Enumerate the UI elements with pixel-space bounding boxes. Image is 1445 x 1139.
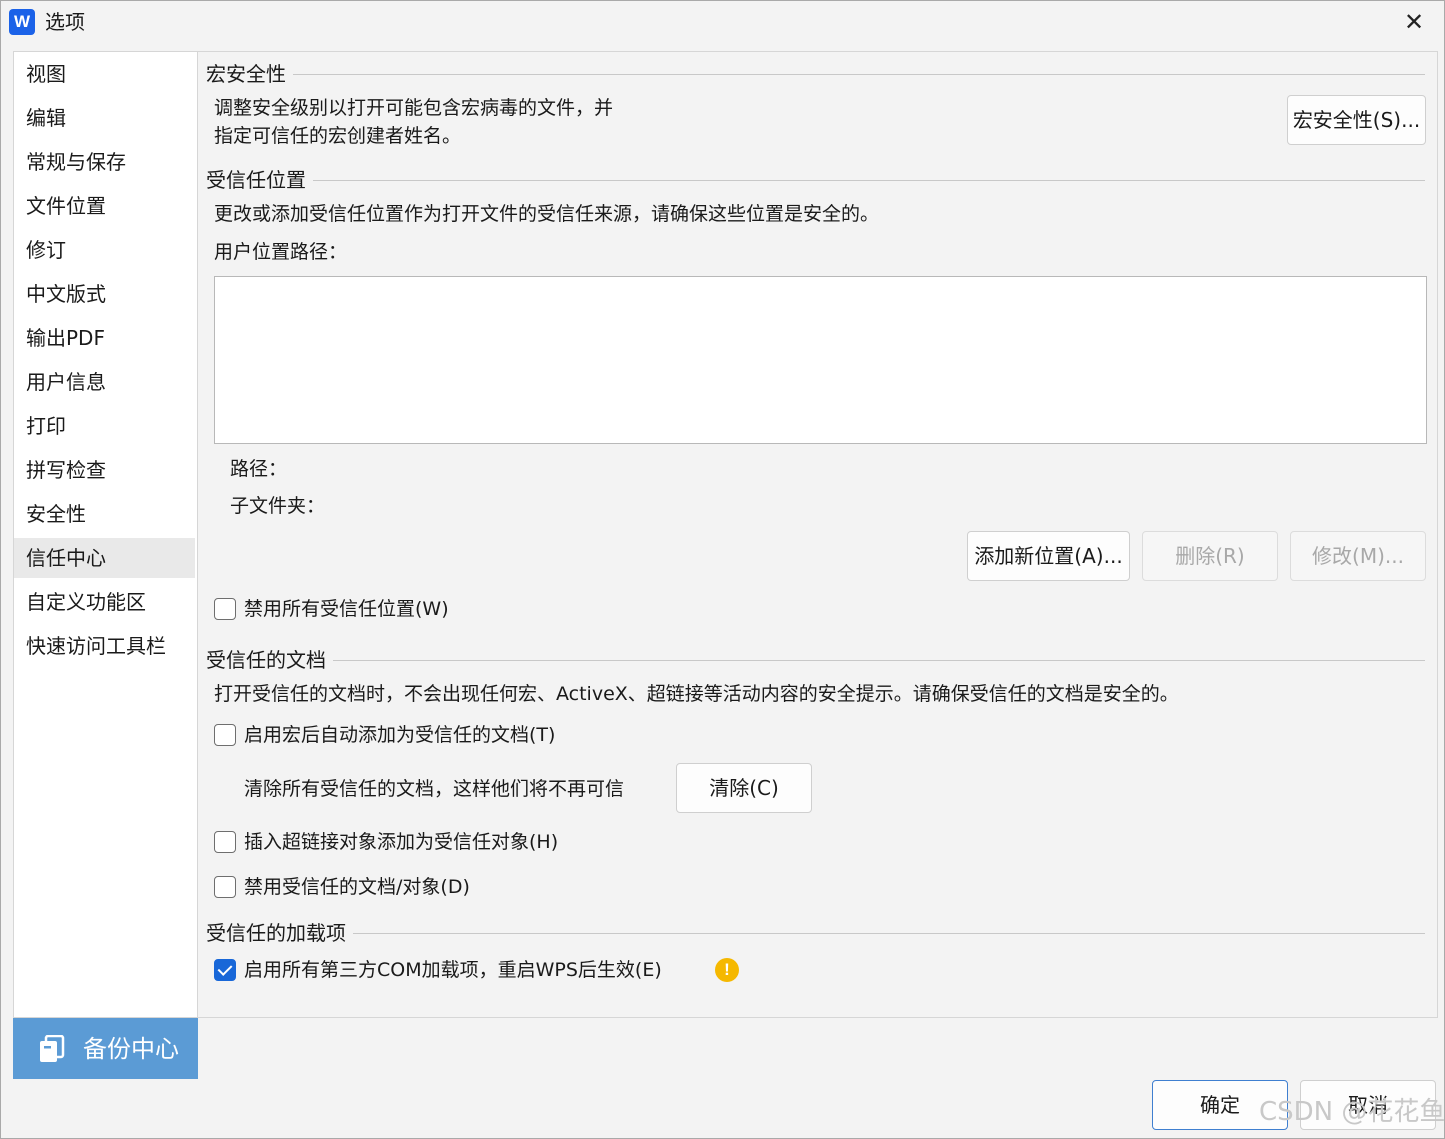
options-dialog: W 选项 ✕ 视图 编辑 常规与保存 文件位置 修订 中文版式 输出PDF 用户… (0, 0, 1445, 1139)
disable-trusted-locations-label: 禁用所有受信任位置(W) (244, 598, 449, 620)
trusted-locations-list[interactable] (214, 276, 1427, 444)
clear-trusted-button[interactable]: 清除(C) (676, 763, 812, 813)
com-addins-checkbox[interactable] (214, 959, 236, 981)
sidebar-item-customize-ribbon[interactable]: 自定义功能区 (14, 582, 195, 622)
trusted-locations-heading: 受信任位置 (206, 166, 310, 194)
section-divider (293, 74, 1425, 75)
sidebar-item-print[interactable]: 打印 (14, 406, 195, 446)
auto-add-trusted-label: 启用宏后自动添加为受信任的文档(T) (244, 724, 556, 746)
trusted-addins-heading: 受信任的加载项 (206, 919, 350, 947)
sidebar-item-file-locations[interactable]: 文件位置 (14, 186, 195, 226)
trust-center-panel: 宏安全性 调整安全级别以打开可能包含宏病毒的文件，并 指定可信任的宏创建者姓名。… (198, 51, 1438, 1018)
sidebar-item-spell-check[interactable]: 拼写检查 (14, 450, 195, 490)
disable-trusted-docs-label: 禁用受信任的文档/对象(D) (244, 876, 470, 898)
com-addins-label: 启用所有第三方COM加载项，重启WPS后生效(E) (244, 959, 662, 981)
section-divider (313, 180, 1425, 181)
disable-trusted-locations-checkbox[interactable] (214, 598, 236, 620)
trusted-documents-description: 打开受信任的文档时，不会出现任何宏、ActiveX、超链接等活动内容的安全提示。… (214, 683, 1179, 705)
subfolder-label: 子文件夹： (230, 495, 326, 517)
sidebar-item-trust-center[interactable]: 信任中心 (14, 538, 195, 578)
sidebar-item-quick-access-toolbar[interactable]: 快速访问工具栏 (14, 626, 195, 666)
trusted-locations-description: 更改或添加受信任位置作为打开文件的受信任来源，请确保这些位置是安全的。 (214, 203, 880, 225)
close-icon[interactable]: ✕ (1400, 8, 1428, 36)
sidebar-item-user-info[interactable]: 用户信息 (14, 362, 195, 402)
path-label: 路径： (230, 458, 288, 480)
backup-document-icon (40, 1035, 65, 1062)
sidebar-item-revisions[interactable]: 修订 (14, 230, 195, 270)
hyperlink-trusted-checkbox[interactable] (214, 831, 236, 853)
clear-trusted-text: 清除所有受信任的文档，这样他们将不再可信 (244, 778, 625, 800)
add-location-button[interactable]: 添加新位置(A)... (967, 531, 1130, 581)
options-sidebar: 视图 编辑 常规与保存 文件位置 修订 中文版式 输出PDF 用户信息 打印 拼… (13, 51, 198, 1018)
sidebar-item-general-save[interactable]: 常规与保存 (14, 142, 195, 182)
macro-security-button[interactable]: 宏安全性(S)... (1287, 95, 1426, 145)
warning-icon: ! (715, 958, 739, 982)
csdn-watermark: CSDN @花花鱼 (1259, 1097, 1445, 1127)
disable-trusted-docs-checkbox[interactable] (214, 876, 236, 898)
wps-writer-icon: W (9, 9, 35, 35)
sidebar-item-chinese-layout[interactable]: 中文版式 (14, 274, 195, 314)
macro-security-description-line2: 指定可信任的宏创建者姓名。 (214, 125, 462, 147)
title-bar: W 选项 ✕ (1, 1, 1444, 43)
section-divider (353, 933, 1425, 934)
user-path-label: 用户位置路径： (214, 241, 348, 263)
section-divider (333, 660, 1425, 661)
hyperlink-trusted-label: 插入超链接对象添加为受信任对象(H) (244, 831, 559, 853)
backup-center-button[interactable]: 备份中心 (13, 1018, 198, 1079)
delete-location-button[interactable]: 删除(R) (1142, 531, 1278, 581)
sidebar-item-security[interactable]: 安全性 (14, 494, 195, 534)
modify-location-button[interactable]: 修改(M)... (1290, 531, 1426, 581)
backup-center-label: 备份中心 (83, 1035, 179, 1063)
macro-security-description-line1: 调整安全级别以打开可能包含宏病毒的文件，并 (214, 97, 614, 119)
macro-security-heading: 宏安全性 (206, 60, 290, 88)
sidebar-item-export-pdf[interactable]: 输出PDF (14, 318, 195, 358)
sidebar-item-view[interactable]: 视图 (14, 54, 195, 94)
auto-add-trusted-checkbox[interactable] (214, 724, 236, 746)
trusted-documents-heading: 受信任的文档 (206, 646, 330, 674)
sidebar-item-edit[interactable]: 编辑 (14, 98, 195, 138)
dialog-title: 选项 (45, 10, 85, 34)
